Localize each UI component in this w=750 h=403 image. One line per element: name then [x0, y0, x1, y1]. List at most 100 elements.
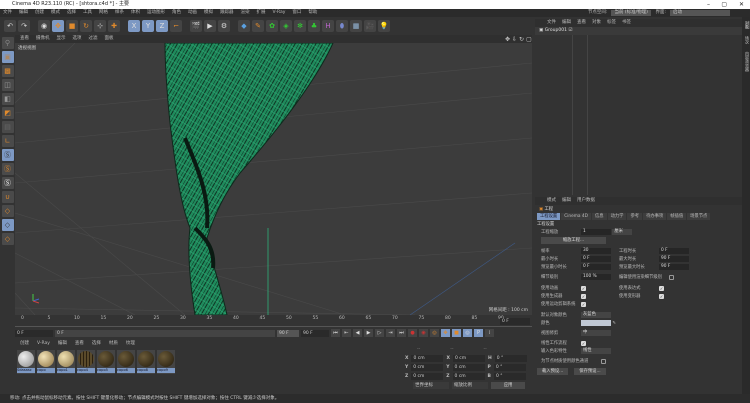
menu-item[interactable]: V-Ray	[273, 9, 286, 17]
make-editable-icon[interactable]: ⚲	[1, 37, 14, 49]
menu-item[interactable]: 样条	[115, 9, 124, 17]
menu-item[interactable]: 选择	[67, 9, 76, 17]
attribute-tab[interactable]: 参考	[627, 213, 643, 220]
attribute-menu-item[interactable]: 模式	[547, 197, 556, 205]
attribute-tab[interactable]: 待办事项	[643, 213, 667, 220]
floor-icon[interactable]: ▦	[350, 20, 362, 32]
scale-project-button[interactable]: 缩放工程...	[541, 236, 606, 244]
move-tool-icon[interactable]: ✥	[52, 20, 64, 32]
coord-mode-dropdown[interactable]: 世界坐标	[413, 382, 449, 389]
go-start-icon[interactable]: ⏮	[331, 329, 340, 337]
cube-icon[interactable]: ◆	[238, 20, 250, 32]
material-menu-item[interactable]: 创建	[20, 340, 29, 348]
use-motion-checkbox[interactable]: ✓	[581, 301, 586, 307]
node-color-checkbox[interactable]	[601, 358, 606, 364]
lock-workplane-icon[interactable]: ◇	[1, 219, 14, 231]
coord-system-icon[interactable]: ⌐	[170, 20, 182, 32]
material-item[interactable]: Sdasasc	[17, 350, 35, 374]
polygon-mode-icon[interactable]: ◩	[1, 107, 14, 119]
menu-item[interactable]: 文件	[3, 9, 12, 17]
use-anim-checkbox[interactable]: ✓	[581, 285, 586, 291]
record-icon[interactable]: ●	[408, 329, 417, 337]
go-end-icon[interactable]: ⏭	[397, 329, 406, 337]
menu-item[interactable]: 角色	[172, 9, 181, 17]
object-menu-item[interactable]: 对象	[592, 19, 601, 27]
key-param-icon[interactable]: P	[474, 329, 483, 337]
tab-takes[interactable]: 场次	[745, 36, 750, 44]
scale-field[interactable]: 1	[581, 229, 611, 235]
input-color-dropdown[interactable]: 线性	[581, 348, 611, 354]
mograph-icon[interactable]: ✻	[294, 20, 306, 32]
select-tool-icon[interactable]: ◉	[38, 20, 50, 32]
material-item[interactable]: copo1	[57, 350, 75, 374]
view-clip-dropdown[interactable]: 中	[581, 330, 611, 336]
planar-workplane-icon[interactable]: ◇	[1, 233, 14, 245]
material-menu-item[interactable]: V-Ray	[37, 340, 50, 348]
object-menu-item[interactable]: 编辑	[562, 19, 571, 27]
menu-item[interactable]: 窗口	[292, 9, 301, 17]
y-axis-icon[interactable]: Y	[142, 20, 154, 32]
material-item[interactable]: copo5	[97, 350, 115, 374]
attribute-tab[interactable]: 工程设置	[537, 213, 561, 220]
key-rotation-icon[interactable]: ◎	[463, 329, 472, 337]
color-swatch[interactable]	[581, 320, 611, 326]
next-frame-icon[interactable]: ▷	[375, 329, 384, 337]
recent-tool-icon[interactable]: ⊹	[94, 20, 106, 32]
snap-settings-icon[interactable]: Ⓢ	[1, 163, 14, 175]
object-menu-item[interactable]: 书签	[622, 19, 631, 27]
keyframe-selection-icon[interactable]: ◎	[430, 329, 439, 337]
x-axis-icon[interactable]: X	[128, 20, 140, 32]
pos-y[interactable]: 0 cm	[411, 364, 444, 371]
cloner-icon[interactable]: ♣	[308, 20, 320, 32]
prev-frame-icon[interactable]: ◀	[353, 329, 362, 337]
attribute-tab[interactable]: 帧插值	[667, 213, 687, 220]
viewport-menu-item[interactable]: 显示	[57, 35, 66, 43]
rot-p[interactable]: 0 °	[493, 364, 526, 371]
snap-icon[interactable]: Ⓢ	[1, 149, 14, 161]
material-menu-item[interactable]: 查看	[75, 340, 84, 348]
z-axis-icon[interactable]: Z	[156, 20, 168, 32]
material-menu-item[interactable]: 材质	[109, 340, 118, 348]
menu-item[interactable]: 模拟	[204, 9, 213, 17]
use-gen-checkbox[interactable]: ✓	[581, 293, 586, 299]
scale-unit-dropdown[interactable]: 厘米	[612, 229, 633, 235]
extrude-icon[interactable]: ◈	[280, 20, 292, 32]
key-scale-icon[interactable]: ■	[452, 329, 461, 337]
material-item[interactable]: copo9	[157, 350, 175, 374]
scale-mode-dropdown[interactable]: 缩放比例	[452, 382, 488, 389]
viewport-menu-item[interactable]: 过滤	[89, 35, 98, 43]
quantize-icon[interactable]: Ⓢ	[1, 177, 14, 189]
point-mode-icon[interactable]: ◫	[1, 79, 14, 91]
render-view-icon[interactable]: ▶	[204, 20, 216, 32]
render-lod-checkbox[interactable]	[669, 274, 674, 280]
axis-mode-icon[interactable]: ∟	[1, 135, 14, 147]
add-tool-icon[interactable]: ✚	[108, 20, 120, 32]
end-frame-field[interactable]: 90 F	[277, 329, 299, 337]
menu-item[interactable]: 扩展	[257, 9, 266, 17]
load-preset-button[interactable]: 载入预设...	[537, 367, 569, 375]
material-menu-item[interactable]: 选择	[92, 340, 101, 348]
material-item[interactable]: copo6	[117, 350, 135, 374]
min-time-field[interactable]: 0 F	[581, 256, 611, 262]
menu-item[interactable]: 动画	[188, 9, 197, 17]
preview-frame-field[interactable]: 0 F	[500, 318, 530, 325]
rot-h[interactable]: 0 °	[494, 355, 527, 362]
scale-tool-icon[interactable]: ■	[66, 20, 78, 32]
max-time-field[interactable]: 90 F	[659, 256, 689, 262]
menu-item[interactable]: 网格	[99, 9, 108, 17]
minimize-button[interactable]: –	[707, 0, 710, 9]
preview-max-field[interactable]: 90 F	[659, 264, 689, 270]
autokey-icon[interactable]: ◉	[419, 329, 428, 337]
model-mode-icon[interactable]: ▣	[1, 51, 14, 63]
pen-icon[interactable]: ✎	[252, 20, 264, 32]
uv-mode-icon[interactable]: ▤	[1, 121, 14, 133]
apply-button[interactable]: 应用	[491, 382, 525, 389]
material-item[interactable]: copo8	[137, 350, 155, 374]
subdivision-icon[interactable]: ✿	[266, 20, 278, 32]
undo-icon[interactable]: ↶	[4, 20, 16, 32]
menu-item[interactable]: 编辑	[19, 9, 28, 17]
menu-item[interactable]: 创建	[35, 9, 44, 17]
object-menu-item[interactable]: 文件	[547, 19, 556, 27]
texture-mode-icon[interactable]: ▩	[1, 65, 14, 77]
menu-item[interactable]: 渲染	[241, 9, 250, 17]
